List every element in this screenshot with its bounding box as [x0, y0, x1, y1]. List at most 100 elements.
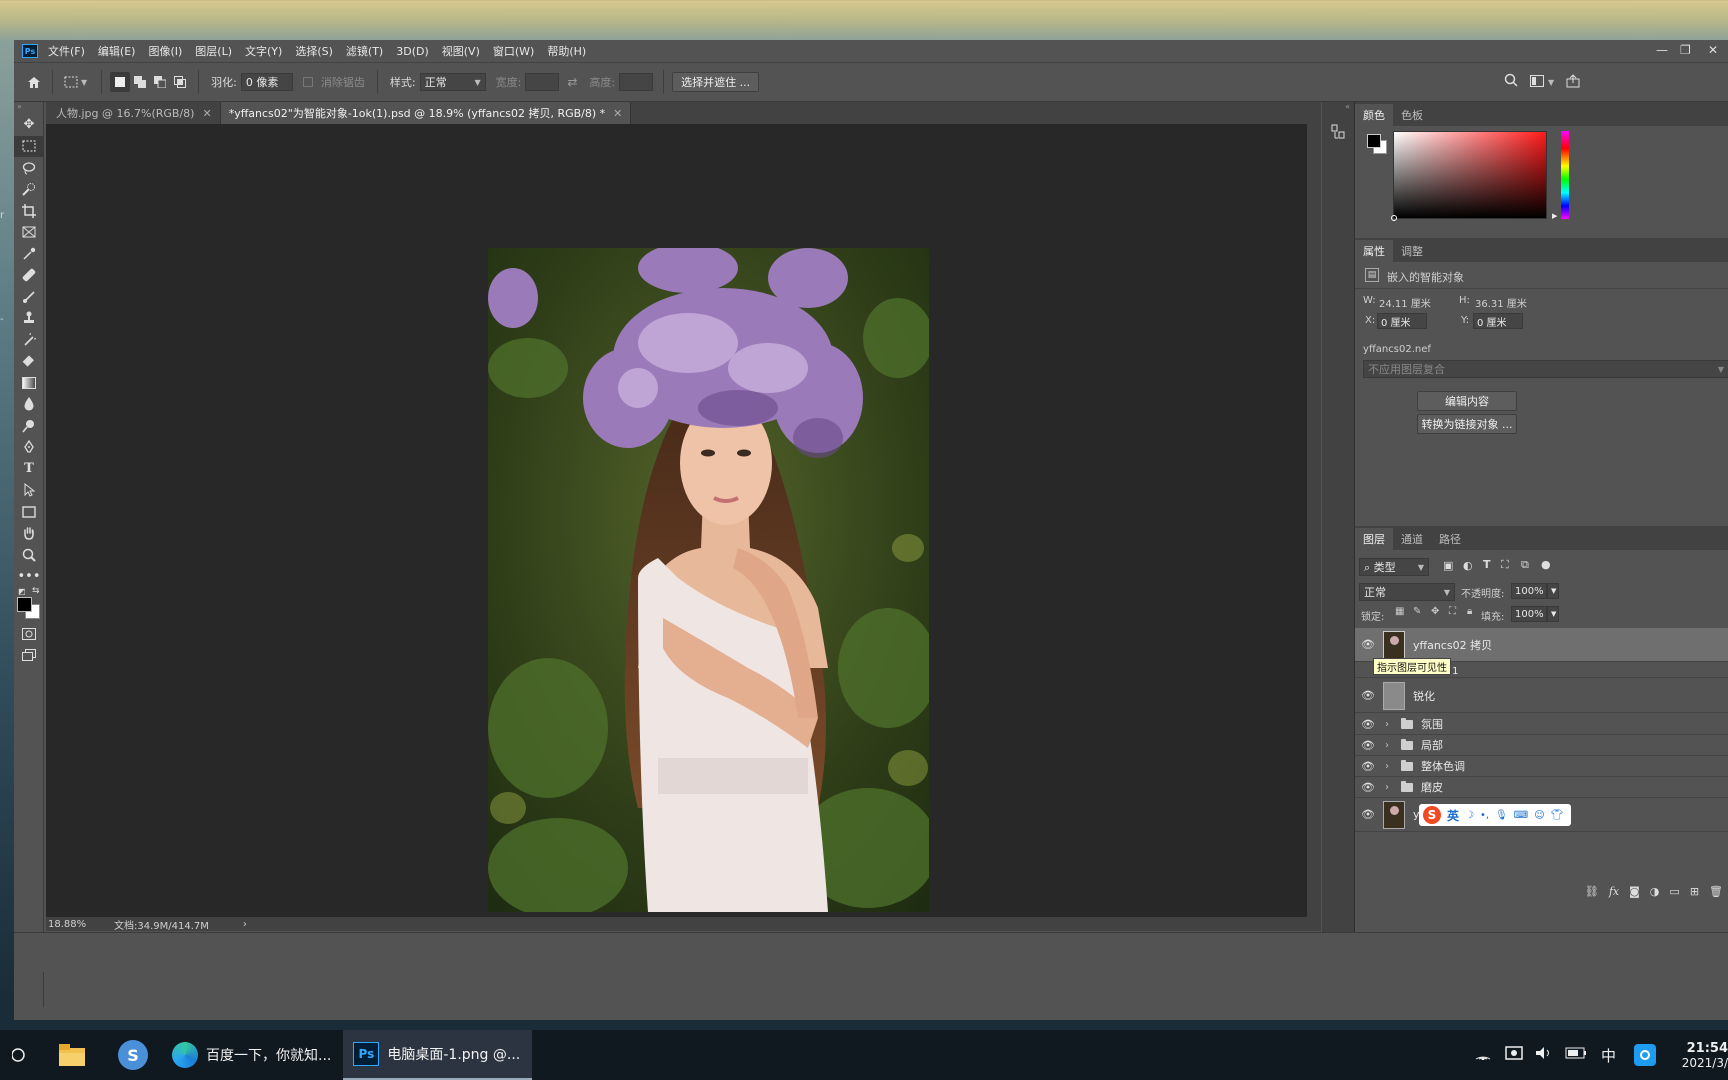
menu-type[interactable]: 文字(Y) — [245, 43, 282, 59]
hue-slider-handle-icon[interactable]: ▶ — [1552, 212, 1557, 220]
layer-row-skin-smoothing[interactable]: 👁︎ › 磨皮 — [1355, 777, 1728, 798]
foreground-color-swatch[interactable] — [17, 597, 32, 612]
x-input[interactable]: 0 厘米 — [1377, 313, 1427, 329]
punctuation-icon[interactable]: •, — [1480, 810, 1489, 821]
chevron-right-icon[interactable]: › — [243, 919, 247, 930]
ime-language[interactable]: 英 — [1447, 807, 1459, 824]
edit-contents-button[interactable]: 编辑内容 — [1417, 391, 1517, 411]
menu-layer[interactable]: 图层(L) — [195, 43, 232, 59]
select-and-mask-button[interactable]: 选择并遮住 ... — [672, 72, 760, 92]
layer-comp-select[interactable]: 不应用图层复合 ▼ — [1363, 360, 1728, 378]
collapse-icon[interactable]: « — [1322, 102, 1354, 114]
sogou-browser-icon[interactable]: S — [104, 1030, 162, 1080]
network-icon[interactable] — [1475, 1046, 1491, 1064]
taskbar-edge-browser[interactable]: 百度一下，你就知... — [162, 1030, 343, 1080]
adjustment-layer-icon[interactable]: ◑ — [1650, 885, 1660, 898]
battery-icon[interactable] — [1565, 1047, 1587, 1063]
filter-toggle-icon[interactable]: ● — [1541, 558, 1551, 571]
color-field[interactable] — [1393, 131, 1547, 219]
layer-filter-select[interactable]: ⌕ 类型 ▼ — [1359, 558, 1429, 576]
feather-input[interactable]: 0 像素 — [240, 73, 293, 91]
tab-color[interactable]: 颜色 — [1355, 104, 1393, 126]
visibility-eye-icon[interactable]: 👁︎ — [1355, 760, 1381, 773]
rectangle-tool-icon[interactable] — [14, 501, 44, 523]
eyedropper-tool-icon[interactable] — [14, 243, 44, 265]
layer-row-yffancs02-copy[interactable]: 👁︎ yffancs02 拷贝 — [1355, 628, 1728, 662]
lock-artboard-icon[interactable]: ⛶ — [1449, 606, 1456, 617]
qq-icon[interactable] — [1634, 1044, 1656, 1066]
quick-mask-icon[interactable] — [14, 623, 44, 645]
filter-adjustment-icon[interactable]: ◐ — [1463, 559, 1473, 572]
half-width-icon[interactable]: ☽ — [1465, 810, 1474, 821]
frame-tool-icon[interactable] — [14, 222, 44, 244]
subtract-selection-icon[interactable] — [150, 72, 170, 92]
filter-smart-object-icon[interactable]: ⧉ — [1521, 558, 1529, 572]
width-input[interactable] — [525, 73, 560, 91]
height-value[interactable]: 36.31 厘米 — [1475, 295, 1527, 310]
layer-row-sharpen[interactable]: 👁︎ 锐化 — [1355, 679, 1728, 713]
rectangular-marquee-tool-icon[interactable] — [14, 135, 44, 157]
more-tools-icon[interactable]: ••• — [14, 566, 44, 588]
tab-adjustments[interactable]: 调整 — [1393, 240, 1431, 262]
clock[interactable]: 21:54 2021/3/ — [1678, 1041, 1728, 1070]
menu-select[interactable]: 选择(S) — [295, 43, 333, 59]
width-value[interactable]: 24.11 厘米 — [1379, 295, 1431, 310]
tab-swatches[interactable]: 色板 — [1393, 104, 1431, 126]
height-input[interactable] — [619, 73, 654, 91]
menu-help[interactable]: 帮助(H) — [547, 43, 586, 59]
history-brush-tool-icon[interactable] — [14, 329, 44, 351]
fx-icon[interactable]: fx — [1609, 885, 1619, 898]
skin-icon[interactable]: 👕︎ — [1551, 810, 1564, 821]
swap-arrows-icon[interactable]: ⇄ — [567, 75, 577, 89]
menu-image[interactable]: 图像(I) — [148, 43, 182, 59]
chevron-right-icon[interactable]: › — [1385, 740, 1395, 751]
new-group-icon[interactable]: ▭ — [1669, 885, 1679, 898]
zoom-readout[interactable]: 18.88% — [46, 919, 86, 930]
collapse-icon[interactable]: » — [14, 102, 43, 114]
path-selection-tool-icon[interactable] — [14, 480, 44, 502]
visibility-eye-icon[interactable]: 👁︎ — [1355, 689, 1381, 702]
chevron-right-icon[interactable]: › — [1385, 719, 1395, 730]
move-tool-icon[interactable]: ✥ — [14, 114, 44, 136]
hand-tool-icon[interactable] — [14, 523, 44, 545]
swap-colors-icon[interactable]: ⇆ — [32, 586, 40, 596]
visibility-eye-icon[interactable]: 👁︎ — [1355, 718, 1381, 731]
tab-properties[interactable]: 属性 — [1355, 240, 1393, 262]
vertical-scrollbar[interactable] — [1307, 124, 1321, 917]
volume-icon[interactable] — [1535, 1046, 1553, 1064]
user-icon[interactable]: ☺ — [1534, 810, 1544, 821]
link-layers-icon[interactable]: ⛓ — [1585, 885, 1599, 898]
color-picker-handle[interactable] — [1391, 215, 1397, 221]
menu-3d[interactable]: 3D(D) — [396, 45, 429, 58]
filter-type-icon[interactable]: T — [1483, 558, 1491, 571]
workspace-icon[interactable] — [1530, 74, 1544, 90]
close-tab-icon[interactable]: ✕ — [202, 107, 211, 120]
blend-mode-select[interactable]: 正常 ▼ — [1359, 583, 1455, 601]
close-icon[interactable]: ✕ — [1708, 43, 1718, 57]
chevron-down-icon[interactable]: ▼ — [81, 78, 87, 87]
lock-position-icon[interactable]: ✥ — [1431, 606, 1439, 617]
tab-paths[interactable]: 路径 — [1431, 528, 1469, 550]
layer-row-atmosphere[interactable]: 👁︎ › 氛围 — [1355, 714, 1728, 735]
eraser-tool-icon[interactable] — [14, 351, 44, 373]
add-selection-icon[interactable] — [130, 72, 150, 92]
microphone-icon[interactable]: 🎙︎ — [1495, 810, 1508, 821]
home-icon[interactable] — [24, 72, 44, 92]
lock-all-icon[interactable]: 🔒︎ — [1467, 606, 1472, 617]
style-select[interactable]: 正常 ▼ — [419, 73, 486, 91]
type-tool-icon[interactable]: T — [14, 458, 44, 480]
chevron-down-icon[interactable]: ▼ — [1548, 78, 1554, 87]
menu-edit[interactable]: 编辑(E) — [98, 43, 136, 59]
keyboard-icon[interactable]: ⌨ — [1514, 810, 1528, 821]
screen-mode-icon[interactable] — [14, 645, 44, 667]
ime-indicator[interactable]: 中 — [1601, 1045, 1616, 1066]
menu-file[interactable]: 文件(F) — [48, 43, 85, 59]
search-icon[interactable] — [1504, 73, 1518, 91]
visibility-eye-icon[interactable]: 👁︎ — [1355, 781, 1381, 794]
filter-shape-icon[interactable]: ⛶ — [1501, 558, 1509, 572]
add-mask-icon[interactable]: ◙ — [1629, 885, 1640, 898]
layer-row-overall-tone[interactable]: 👁︎ › 整体色调 — [1355, 756, 1728, 777]
sogou-logo-icon[interactable]: S — [1423, 806, 1441, 824]
minimize-icon[interactable]: — — [1656, 43, 1668, 57]
new-selection-icon[interactable] — [110, 72, 131, 92]
